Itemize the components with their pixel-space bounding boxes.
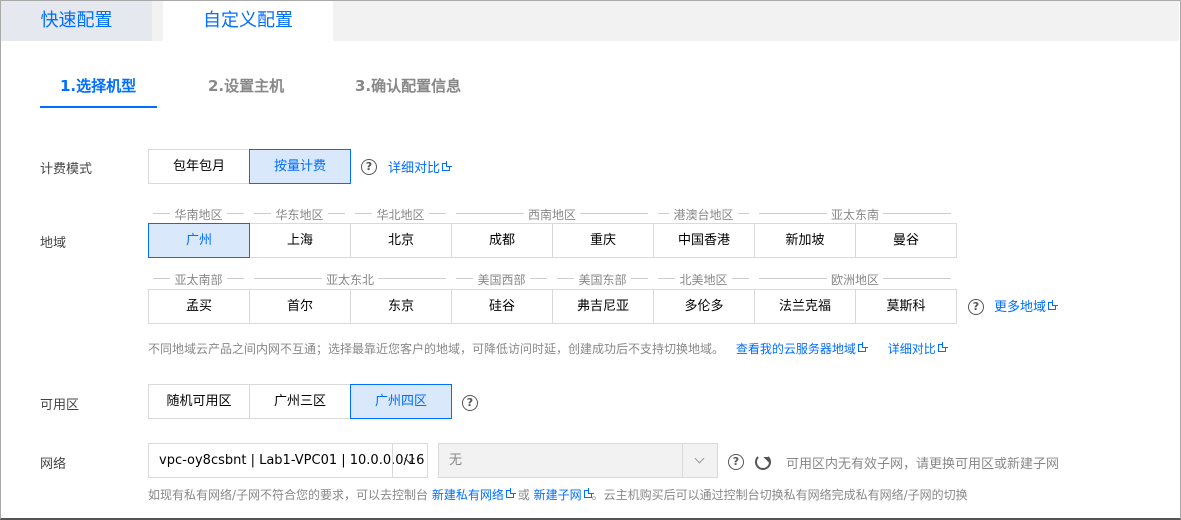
billing-option-prepaid[interactable]: 包年包月 [148, 149, 250, 184]
region-group-label: 港澳台地区 [653, 206, 754, 222]
region-option-beijing[interactable]: 北京 [350, 223, 452, 258]
step-confirm-config[interactable]: 3.确认配置信息 [355, 75, 485, 108]
region-group-label: 亚太南部 [148, 271, 249, 287]
region-option-shanghai[interactable]: 上海 [249, 223, 351, 258]
region-option-bangkok[interactable]: 曼谷 [855, 223, 957, 258]
region-option-hongkong[interactable]: 中国香港 [653, 223, 755, 258]
region-label: 地域 [40, 236, 67, 251]
create-subnet-link[interactable]: 新建子网 [534, 488, 592, 502]
external-link-icon [505, 490, 514, 498]
region-group-label: 华南地区 [148, 206, 249, 222]
zone-option-gz3[interactable]: 广州三区 [249, 384, 351, 419]
region-group-label: 西南地区 [451, 206, 653, 222]
external-link-icon [937, 344, 946, 352]
network-note: 如现有私有网络/子网不符合您的要求，可以去控制台 新建私有网络 或 新建子网 。云… [148, 488, 968, 502]
help-icon[interactable]: ? [728, 454, 744, 470]
billing-mode-label: 计费模式 [40, 162, 93, 177]
subnet-select-value: 无 [449, 453, 463, 468]
region-option-moscow[interactable]: 莫斯科 [855, 289, 957, 324]
region-option-mumbai[interactable]: 孟买 [148, 289, 250, 324]
region-option-frankfurt[interactable]: 法兰克福 [754, 289, 856, 324]
external-link-icon [857, 344, 866, 352]
region-group-label: 美国东部 [552, 271, 653, 287]
vpc-select-value: vpc-oy8csbnt | Lab1-VPC01 | 10.0.0.0/16 [159, 453, 425, 468]
external-link-icon [1048, 302, 1057, 310]
help-icon[interactable]: ? [361, 159, 377, 175]
chevron-down-icon [682, 444, 717, 477]
more-regions-link[interactable]: 更多地域 [994, 296, 1057, 315]
subnet-status-text: 可用区内无有效子网，请更换可用区或新建子网 [786, 457, 1060, 472]
region-group-label: 欧洲地区 [754, 271, 956, 287]
region-option-chengdu[interactable]: 成都 [451, 223, 553, 258]
region-option-chongqing[interactable]: 重庆 [552, 223, 654, 258]
region-option-seoul[interactable]: 首尔 [249, 289, 351, 324]
external-link-icon [442, 163, 451, 171]
region-group-label: 华北地区 [350, 206, 451, 222]
subnet-select[interactable]: 无 [438, 443, 718, 478]
create-vpc-link[interactable]: 新建私有网络 [432, 488, 514, 502]
zone-option-gz4[interactable]: 广州四区 [350, 384, 452, 419]
region-option-silicon-valley[interactable]: 硅谷 [451, 289, 553, 324]
region-option-virginia[interactable]: 弗吉尼亚 [552, 289, 654, 324]
region-note: 不同地域云产品之间内网不互通；选择最靠近您客户的地域，可降低访问时延，创建成功后… [148, 340, 946, 357]
tab-quick-config[interactable]: 快速配置 [1, 1, 152, 41]
vpc-select[interactable]: vpc-oy8csbnt | Lab1-VPC01 | 10.0.0.0/16 [148, 443, 428, 478]
tab-custom-config[interactable]: 自定义配置 [163, 1, 333, 41]
billing-compare-link[interactable]: 详细对比 [388, 157, 451, 176]
region-group-label: 华东地区 [249, 206, 350, 222]
config-tabbar: 快速配置 自定义配置 [1, 1, 1179, 41]
region-option-guangzhou[interactable]: 广州 [148, 223, 250, 258]
help-icon[interactable]: ? [968, 299, 984, 315]
help-icon[interactable]: ? [462, 395, 478, 411]
page-frame [0, 0, 1181, 520]
step-host-settings[interactable]: 2.设置主机 [208, 75, 308, 108]
step-select-model[interactable]: 1.选择机型 [40, 75, 157, 108]
region-option-tokyo[interactable]: 东京 [350, 289, 452, 324]
zone-label: 可用区 [40, 398, 80, 413]
region-compare-link[interactable]: 详细对比 [888, 342, 946, 356]
region-group-label: 亚太东南 [754, 206, 956, 222]
region-option-singapore[interactable]: 新加坡 [754, 223, 856, 258]
region-group-label: 亚太东北 [249, 271, 451, 287]
network-label: 网络 [40, 457, 67, 472]
region-option-toronto[interactable]: 多伦多 [653, 289, 755, 324]
zone-option-random[interactable]: 随机可用区 [148, 384, 250, 419]
billing-option-postpaid[interactable]: 按量计费 [249, 149, 351, 184]
refresh-icon[interactable] [755, 454, 771, 470]
my-cvm-regions-link[interactable]: 查看我的云服务器地域 [736, 342, 866, 356]
chevron-down-icon [392, 444, 427, 477]
external-link-icon [583, 490, 592, 498]
region-group-label: 美国西部 [451, 271, 552, 287]
region-group-label: 北美地区 [653, 271, 754, 287]
